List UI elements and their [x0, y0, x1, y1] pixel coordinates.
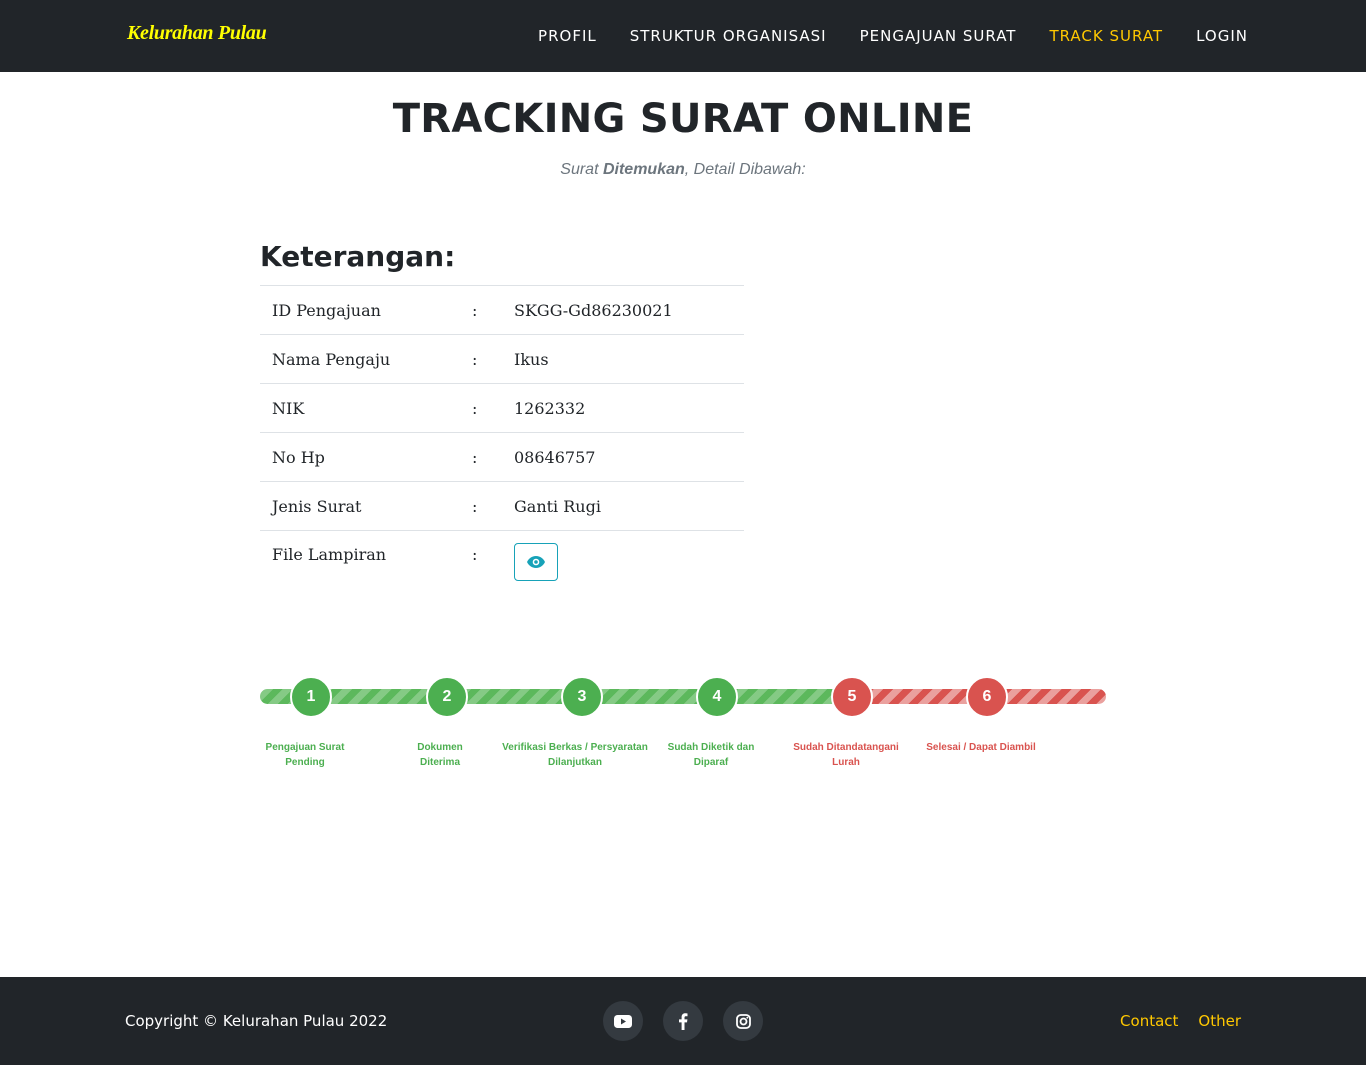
- row-separator: :: [460, 285, 502, 335]
- row-label: ID Pengajuan: [260, 285, 460, 335]
- step-label-line: Sudah Ditandatangani: [793, 742, 899, 753]
- nav-menu: PROFIL STRUKTUR ORGANISASI PENGAJUAN SUR…: [505, 0, 1248, 72]
- step-label-line: Dilanjutkan: [548, 757, 602, 768]
- step-label-line: Sudah Diketik dan: [667, 742, 755, 753]
- subtitle-suffix: , Detail Dibawah:: [684, 161, 806, 178]
- row-label: Nama Pengaju: [260, 334, 460, 384]
- row-value-nik: 1262332: [502, 383, 744, 433]
- step-label-line: Lurah: [832, 757, 860, 768]
- step-1-label: Pengajuan Surat Pending: [230, 740, 380, 770]
- instagram-icon: [735, 1013, 751, 1029]
- row-value-file-lampiran: [502, 530, 744, 591]
- row-separator: :: [460, 481, 502, 531]
- row-value-jenis-surat: Ganti Rugi: [502, 481, 744, 531]
- step-6-indicator: 6: [966, 676, 1008, 718]
- step-3-label: Verifikasi Berkas / Persyaratan Dilanjutk…: [500, 740, 650, 770]
- step-6-label: Selesai / Dapat Diambil: [906, 740, 1056, 755]
- page-title: TRACKING SURAT ONLINE: [392, 96, 974, 142]
- table-row: NIK : 1262332: [260, 383, 744, 433]
- nav-item-login[interactable]: LOGIN: [1196, 27, 1248, 45]
- progress-bar-completed: [260, 689, 852, 704]
- page-subtitle: Surat Ditemukan, Detail Dibawah:: [0, 161, 1366, 179]
- footer-link-other[interactable]: Other: [1198, 1012, 1241, 1030]
- row-separator: :: [460, 530, 502, 591]
- footer-link-contact[interactable]: Contact: [1120, 1012, 1178, 1030]
- row-label: File Lampiran: [260, 530, 460, 591]
- row-value-nama-pengaju: Ikus: [502, 334, 744, 384]
- step-label-line: Diterima: [419, 757, 460, 768]
- details-table: ID Pengajuan : SKGG-Gd86230021 Nama Peng…: [260, 285, 744, 591]
- nav-item-struktur-organisasi[interactable]: STRUKTUR ORGANISASI: [630, 27, 827, 45]
- table-row: No Hp : 08646757: [260, 432, 744, 482]
- step-label-line: Dokumen: [417, 742, 463, 753]
- step-3-indicator: 3: [561, 676, 603, 718]
- facebook-link[interactable]: [663, 1001, 703, 1041]
- step-label-line: Pengajuan Surat: [265, 742, 345, 753]
- step-5-label: Sudah Ditandatangani Lurah: [771, 740, 921, 770]
- copyright-text: Copyright © Kelurahan Pulau 2022: [125, 1012, 388, 1030]
- table-row: File Lampiran :: [260, 530, 744, 591]
- step-label-line: Pending: [285, 757, 325, 768]
- navbar: Kelurahan Pulau PROFIL STRUKTUR ORGANISA…: [0, 0, 1366, 72]
- eye-icon: [527, 556, 545, 568]
- table-row: Jenis Surat : Ganti Rugi: [260, 481, 744, 531]
- subtitle-prefix: Surat: [560, 161, 603, 178]
- table-row: Nama Pengaju : Ikus: [260, 334, 744, 384]
- step-2-indicator: 2: [426, 676, 468, 718]
- row-separator: :: [460, 334, 502, 384]
- row-separator: :: [460, 432, 502, 482]
- row-label: NIK: [260, 383, 460, 433]
- step-1-indicator: 1: [290, 676, 332, 718]
- details-title: Keterangan:: [260, 240, 456, 273]
- instagram-link[interactable]: [723, 1001, 763, 1041]
- progress-tracker: 1 Pengajuan Surat Pending 2 Dokumen Diterima 3…: [260, 676, 1106, 776]
- brand-logo[interactable]: Kelurahan Pulau: [127, 22, 267, 45]
- row-label: Jenis Surat: [260, 481, 460, 531]
- footer: Copyright © Kelurahan Pulau 2022 Contact…: [0, 977, 1366, 1065]
- footer-links: Contact Other: [1100, 1012, 1241, 1030]
- step-4-label: Sudah Diketik dan Diparaf: [636, 740, 786, 770]
- step-2-label: Dokumen Diterima: [365, 740, 515, 770]
- view-attachment-button[interactable]: [514, 543, 558, 581]
- step-5-indicator: 5: [831, 676, 873, 718]
- youtube-link[interactable]: [603, 1001, 643, 1041]
- row-separator: :: [460, 383, 502, 433]
- row-value-no-hp: 08646757: [502, 432, 744, 482]
- step-4-indicator: 4: [696, 676, 738, 718]
- nav-item-track-surat[interactable]: TRACK SURAT: [1049, 27, 1163, 45]
- youtube-icon: [614, 1014, 632, 1028]
- step-label-line: Verifikasi Berkas / Persyaratan: [502, 742, 648, 753]
- table-row: ID Pengajuan : SKGG-Gd86230021: [260, 285, 744, 335]
- nav-item-profil[interactable]: PROFIL: [538, 27, 597, 45]
- facebook-icon: [679, 1012, 688, 1030]
- step-label-line: Diparaf: [693, 757, 729, 768]
- nav-item-pengajuan-surat[interactable]: PENGAJUAN SURAT: [860, 27, 1017, 45]
- row-label: No Hp: [260, 432, 460, 482]
- row-value-id-pengajuan: SKGG-Gd86230021: [502, 285, 744, 335]
- subtitle-status: Ditemukan: [602, 161, 685, 178]
- step-label-line: Selesai / Dapat Diambil: [926, 742, 1036, 753]
